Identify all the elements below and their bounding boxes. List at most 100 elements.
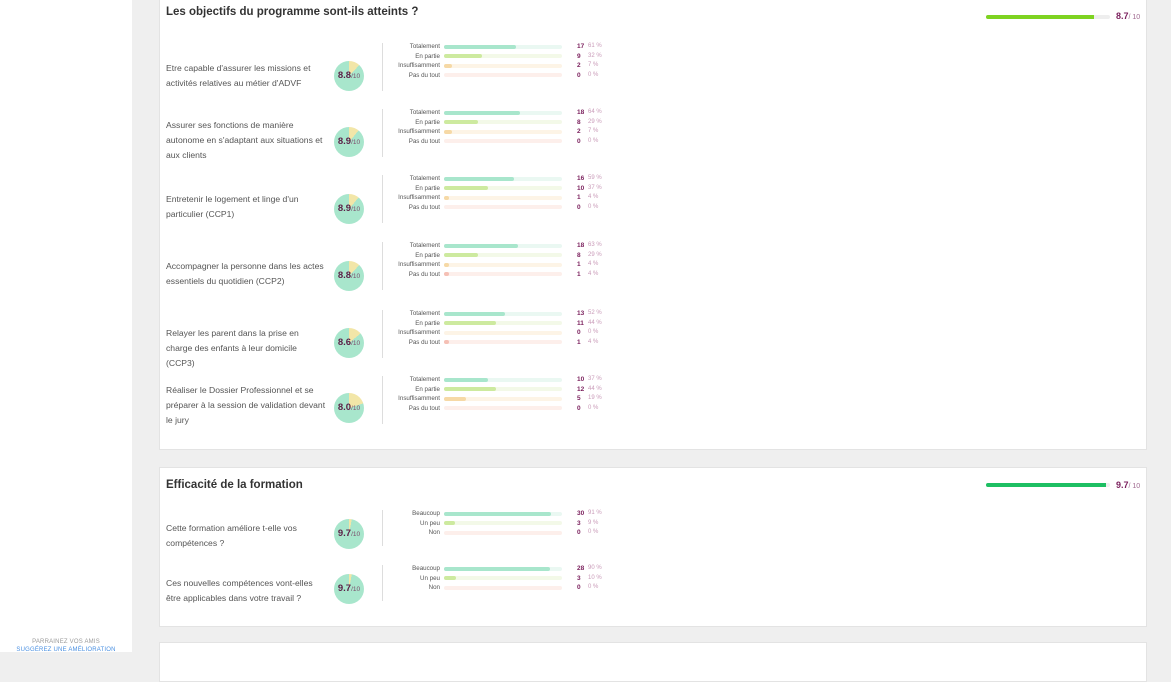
answer-bar-fill: [444, 521, 455, 525]
answer-label: Insuffisamment: [398, 395, 440, 402]
answer-bar-track: [444, 73, 562, 77]
answer-percent: 4 %: [588, 261, 599, 267]
answer-label: Totalement: [409, 109, 440, 116]
answer-count: 13: [577, 310, 585, 317]
answer-percent: 37 %: [588, 184, 602, 191]
answer-row: Totalement 18 63 %: [160, 241, 1148, 250]
answer-label: Non: [428, 529, 440, 536]
answer-bar-fill: [444, 311, 506, 316]
answer-row: En partie 11 44 %: [160, 319, 1148, 328]
answer-bar-fill: [444, 195, 449, 200]
answer-row: Insuffisamment 1 4 %: [160, 260, 1148, 269]
answer-bar-track: [444, 511, 562, 516]
answer-label: En partie: [415, 385, 440, 393]
answer-bar-fill: [444, 396, 467, 401]
answer-count: 0: [577, 529, 581, 536]
referral-link[interactable]: PARRAINEZ VOS AMIS: [0, 638, 132, 646]
answer-row: En partie 8 29 %: [160, 118, 1148, 127]
section-score-bar: [986, 483, 1110, 487]
answer-count: 2: [577, 62, 581, 69]
answer-label: Pas du tout: [408, 137, 440, 145]
answer-bar-fill: [444, 321, 496, 325]
answer-label: En partie: [415, 319, 440, 327]
answer-bar-track: [444, 340, 562, 344]
answer-count: 8: [577, 251, 581, 259]
criterion: Accompagner la personne dans les actes e…: [160, 241, 1148, 303]
answer-label: Totalement: [409, 175, 440, 182]
criterion: Etre capable d'assurer les missions et a…: [160, 42, 1148, 104]
answer-label: En partie: [415, 251, 440, 259]
suggest-improvement-link[interactable]: SUGGÉREZ UNE AMÉLIORATION: [0, 646, 132, 654]
answer-percent: 64 %: [588, 109, 602, 115]
section-score-bar: [986, 15, 1110, 19]
answer-label: Beaucoup: [412, 565, 440, 572]
answer-percent: 59 %: [588, 175, 602, 181]
answer-bar-fill: [444, 54, 482, 58]
answer-bar-fill: [444, 176, 514, 181]
answer-label: En partie: [415, 52, 440, 60]
criterion: Entretenir le logement et linge d'un par…: [160, 174, 1148, 236]
answer-label: Un peu: [420, 519, 440, 527]
answer-row: En partie 9 32 %: [160, 52, 1148, 61]
section-score-value: 8.7: [1116, 11, 1129, 21]
effectiveness-card: Efficacité de la formation 9.7/ 10 Cette…: [159, 467, 1147, 627]
answer-count: 3: [577, 519, 581, 527]
answer-bar-track: [444, 44, 562, 49]
answer-percent: 91 %: [588, 510, 602, 516]
answer-bar-track: [444, 387, 562, 391]
sidebar: PARRAINEZ VOS AMIS SUGGÉREZ UNE AMÉLIORA…: [0, 0, 132, 654]
section-score: 8.7/ 10: [1116, 11, 1140, 21]
answer-percent: 7 %: [588, 128, 599, 134]
answer-count: 17: [577, 43, 585, 50]
answer-percent: 4 %: [588, 194, 599, 200]
answer-count: 18: [577, 242, 585, 249]
answer-count: 10: [577, 184, 585, 192]
answer-row: Pas du tout 0 0 %: [160, 203, 1148, 212]
answer-count: 0: [577, 137, 581, 145]
answer-row: En partie 8 29 %: [160, 251, 1148, 260]
answer-percent: 0 %: [588, 529, 599, 535]
answer-percent: 4 %: [588, 270, 599, 277]
answer-row: Totalement 10 37 %: [160, 375, 1148, 384]
answer-row: Pas du tout 1 4 %: [160, 338, 1148, 347]
criterion: Relayer les parent dans la prise en char…: [160, 309, 1148, 371]
answer-count: 28: [577, 565, 585, 572]
answer-count: 1: [577, 194, 581, 201]
answer-label: Totalement: [409, 43, 440, 50]
answer-count: 1: [577, 270, 581, 278]
answer-bar-fill: [444, 110, 520, 115]
answer-bar-fill: [444, 44, 516, 49]
answer-label: Totalement: [409, 376, 440, 383]
answer-percent: 0 %: [588, 329, 599, 335]
answer-row: Pas du tout 1 4 %: [160, 270, 1148, 279]
answer-bar-track: [444, 530, 562, 535]
answer-percent: 0 %: [588, 71, 599, 78]
criterion: Réaliser le Dossier Professionnel et se …: [160, 375, 1148, 437]
answer-percent: 52 %: [588, 310, 602, 316]
criterion: Ces nouvelles compétences vont-elles êtr…: [160, 564, 1148, 614]
answer-row: Pas du tout 0 0 %: [160, 404, 1148, 413]
section-score-denominator: / 10: [1128, 14, 1141, 21]
answer-bar-track: [444, 330, 562, 335]
answer-label: Insuffisamment: [398, 62, 440, 69]
answer-label: Totalement: [409, 310, 440, 317]
answer-percent: 32 %: [588, 52, 602, 59]
answer-row: En partie 12 44 %: [160, 385, 1148, 394]
answer-percent: 7 %: [588, 62, 599, 68]
answer-bar-track: [444, 120, 562, 124]
answer-bar-track: [444, 139, 562, 143]
answer-bar-fill: [444, 340, 449, 344]
answer-count: 0: [577, 203, 581, 211]
answer-bar-track: [444, 186, 562, 190]
answer-count: 30: [577, 510, 585, 517]
answer-label: Totalement: [409, 242, 440, 249]
answer-bar-fill: [444, 262, 449, 267]
answer-label: Non: [428, 584, 440, 591]
answer-bar-fill: [444, 387, 496, 391]
answer-percent: 29 %: [588, 118, 602, 125]
answer-label: Insuffisamment: [398, 329, 440, 336]
answer-row: Beaucoup 30 91 %: [160, 509, 1148, 518]
answer-bar-track: [444, 521, 562, 525]
answer-percent: 44 %: [588, 385, 602, 392]
answer-label: En partie: [415, 118, 440, 126]
